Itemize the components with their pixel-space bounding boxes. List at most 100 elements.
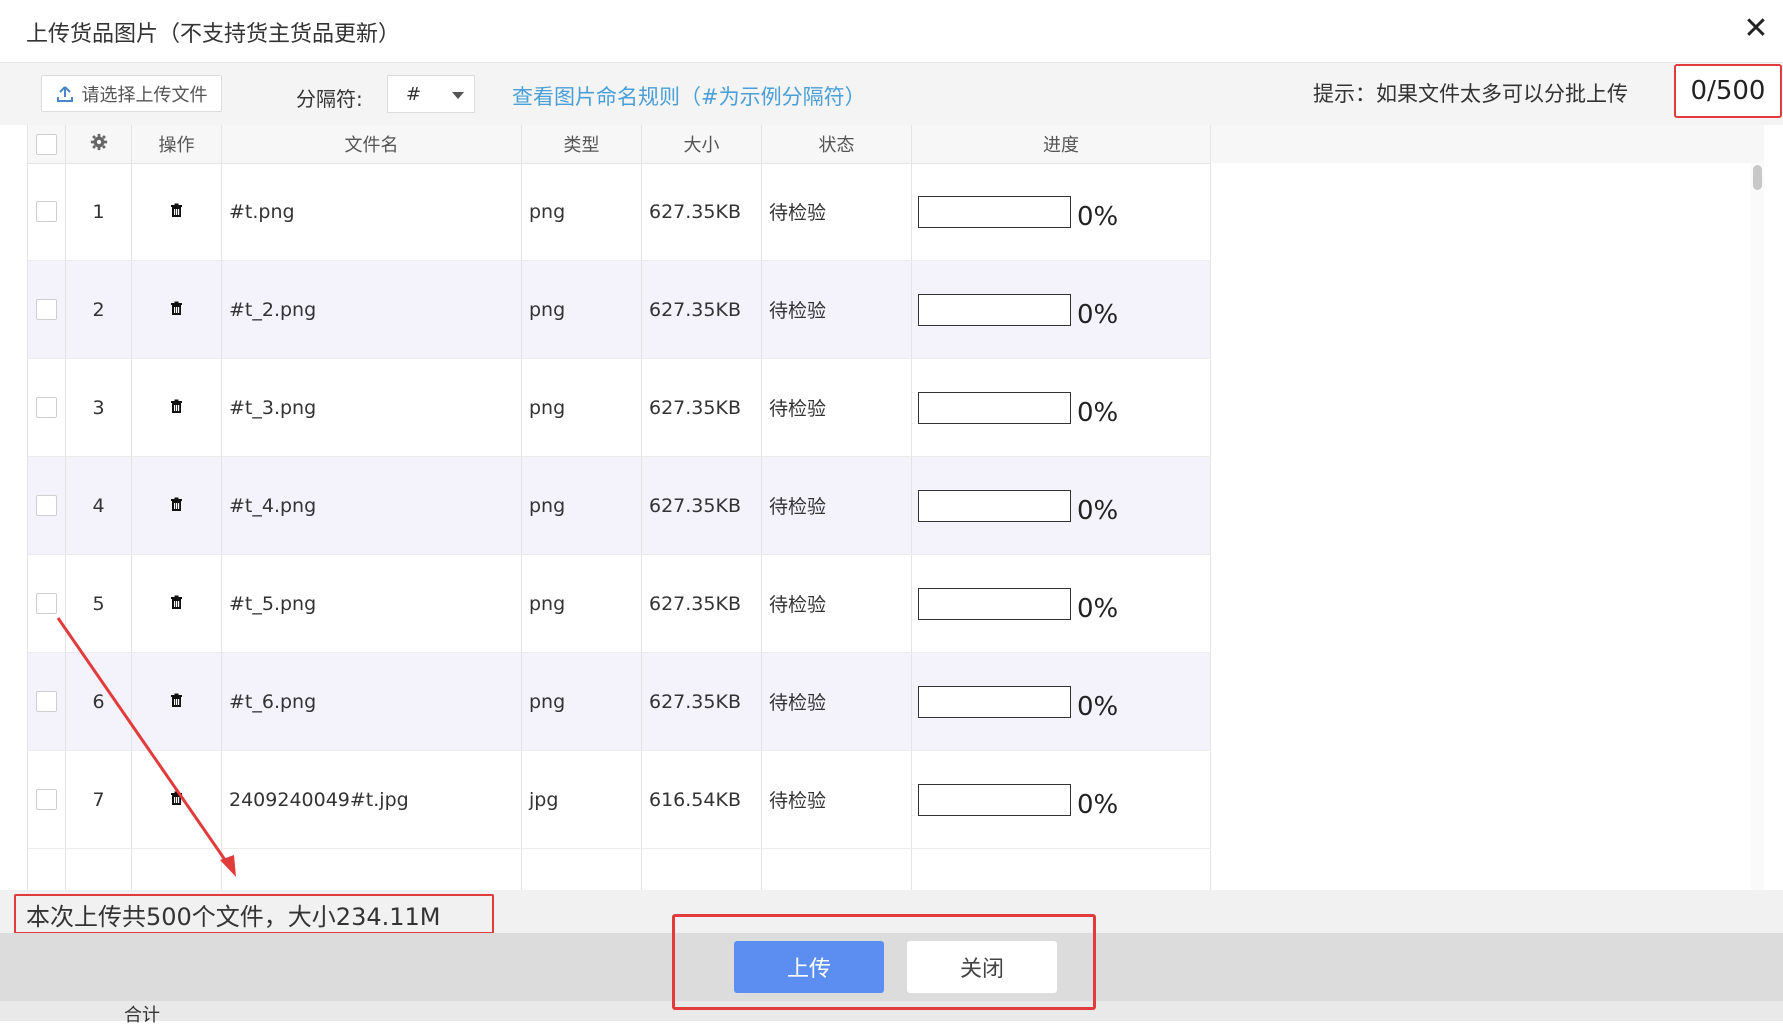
row-index: 7 — [66, 751, 132, 848]
row-type: png — [522, 261, 642, 358]
progress-percent: 0% — [1077, 201, 1119, 232]
row-size: 627.35KB — [642, 163, 762, 260]
row-index: 4 — [66, 457, 132, 554]
upload-button[interactable]: 上传 — [734, 941, 884, 993]
row-checkbox[interactable] — [36, 789, 57, 810]
table-row[interactable]: 2 #t_2.png png 627.35KB 待检验 0% — [28, 261, 1211, 359]
trash-icon[interactable] — [170, 495, 183, 517]
row-filename: #t_2.png — [222, 261, 522, 358]
row-checkbox[interactable] — [36, 201, 57, 222]
table-row[interactable]: 7 2409240049#t.jpg jpg 616.54KB 待检验 0% — [28, 751, 1211, 849]
row-status: 待检验 — [762, 555, 912, 652]
table-row[interactable]: 6 #t_6.png png 627.35KB 待检验 0% — [28, 653, 1211, 751]
table-row[interactable]: 3 #t_3.png png 627.35KB 待检验 0% — [28, 359, 1211, 457]
row-checkbox-cell — [28, 359, 66, 456]
row-checkbox-cell — [28, 849, 66, 890]
table-body: 1 #t.png png 627.35KB 待检验 0% 2 #t_2.png png 627.3… — [28, 163, 1211, 890]
row-checkbox[interactable] — [36, 495, 57, 516]
row-op-cell — [132, 751, 222, 848]
row-progress-cell: 0% — [912, 261, 1211, 358]
row-status: 待检验 — [762, 261, 912, 358]
progress-bar — [918, 293, 1071, 326]
header-status: 状态 — [762, 125, 912, 163]
row-checkbox[interactable] — [36, 397, 57, 418]
header-settings-cell — [66, 125, 132, 163]
scroll-thumb[interactable] — [1753, 165, 1762, 190]
choose-file-label: 请选择上传文件 — [81, 84, 208, 106]
row-op-cell — [132, 849, 222, 890]
row-checkbox-cell — [28, 751, 66, 848]
row-type — [522, 849, 642, 890]
choose-file-button[interactable]: 请选择上传文件 — [41, 75, 222, 112]
progress-bar — [918, 685, 1071, 718]
row-size: 627.35KB — [642, 261, 762, 358]
progress-percent: 0% — [1077, 691, 1119, 722]
row-op-cell — [132, 653, 222, 750]
row-type: png — [522, 457, 642, 554]
row-progress-cell: 0% — [912, 359, 1211, 456]
separator-label: 分隔符: — [296, 87, 363, 111]
row-op-cell — [132, 261, 222, 358]
separator-select[interactable]: # — [387, 75, 475, 113]
row-checkbox[interactable] — [36, 299, 57, 320]
total-label: 合计 — [124, 1005, 160, 1026]
header-filler — [1211, 125, 1764, 164]
progress-bar — [918, 195, 1071, 228]
header-progress: 进度 — [912, 125, 1211, 163]
progress-percent: 0% — [1077, 299, 1119, 330]
trash-icon[interactable] — [170, 789, 183, 811]
trash-icon[interactable] — [170, 299, 183, 321]
row-type: png — [522, 653, 642, 750]
row-type: png — [522, 555, 642, 652]
row-op-cell — [132, 457, 222, 554]
row-filename: #t_4.png — [222, 457, 522, 554]
row-progress-cell: 0% — [912, 457, 1211, 554]
naming-rule-link[interactable]: 查看图片命名规则（#为示例分隔符） — [512, 81, 866, 111]
table-row[interactable]: 1 #t.png png 627.35KB 待检验 0% — [28, 163, 1211, 261]
trash-icon[interactable] — [170, 201, 183, 223]
row-status: 待检验 — [762, 457, 912, 554]
gear-icon[interactable] — [90, 133, 108, 156]
row-checkbox[interactable] — [36, 691, 57, 712]
trash-icon[interactable] — [170, 691, 183, 713]
vertical-scrollbar[interactable] — [1751, 163, 1764, 890]
select-all-checkbox[interactable] — [36, 133, 57, 155]
row-status: 待检验 — [762, 751, 912, 848]
table-row[interactable] — [28, 849, 1211, 890]
trash-icon[interactable] — [170, 593, 183, 615]
separator-value: # — [406, 83, 422, 105]
row-op-cell — [132, 555, 222, 652]
row-progress-cell — [912, 849, 1211, 890]
row-checkbox[interactable] — [36, 593, 57, 614]
row-index: 3 — [66, 359, 132, 456]
row-checkbox-cell — [28, 555, 66, 652]
table-header: 操作 文件名 类型 大小 状态 进度 — [28, 125, 1211, 164]
close-icon[interactable]: ✕ — [1739, 12, 1773, 46]
row-index: 6 — [66, 653, 132, 750]
row-size: 627.35KB — [642, 653, 762, 750]
grid-empty-area — [1211, 163, 1764, 890]
row-op-cell — [132, 163, 222, 260]
table-row[interactable]: 4 #t_4.png png 627.35KB 待检验 0% — [28, 457, 1211, 555]
toolbar: 请选择上传文件 分隔符: # 查看图片命名规则（#为示例分隔符） 提示：如果文件… — [0, 63, 1783, 125]
row-filename: #t_3.png — [222, 359, 522, 456]
row-size — [642, 849, 762, 890]
row-index — [66, 849, 132, 890]
progress-bar — [918, 489, 1071, 522]
row-filename: 2409240049#t.jpg — [222, 751, 522, 848]
row-status: 待检验 — [762, 163, 912, 260]
row-size: 627.35KB — [642, 457, 762, 554]
row-status — [762, 849, 912, 890]
progress-percent: 0% — [1077, 789, 1119, 820]
close-button[interactable]: 关闭 — [907, 941, 1057, 993]
header-size: 大小 — [642, 125, 762, 163]
dialog-title: 上传货品图片（不支持货主货品更新） — [26, 22, 401, 47]
row-filename: #t.png — [222, 163, 522, 260]
header-type: 类型 — [522, 125, 642, 163]
hint-text: 提示：如果文件太多可以分批上传 — [1313, 82, 1628, 106]
header-filename: 文件名 — [222, 125, 522, 163]
row-status: 待检验 — [762, 653, 912, 750]
trash-icon[interactable] — [170, 397, 183, 419]
table-row[interactable]: 5 #t_5.png png 627.35KB 待检验 0% — [28, 555, 1211, 653]
row-index: 5 — [66, 555, 132, 652]
